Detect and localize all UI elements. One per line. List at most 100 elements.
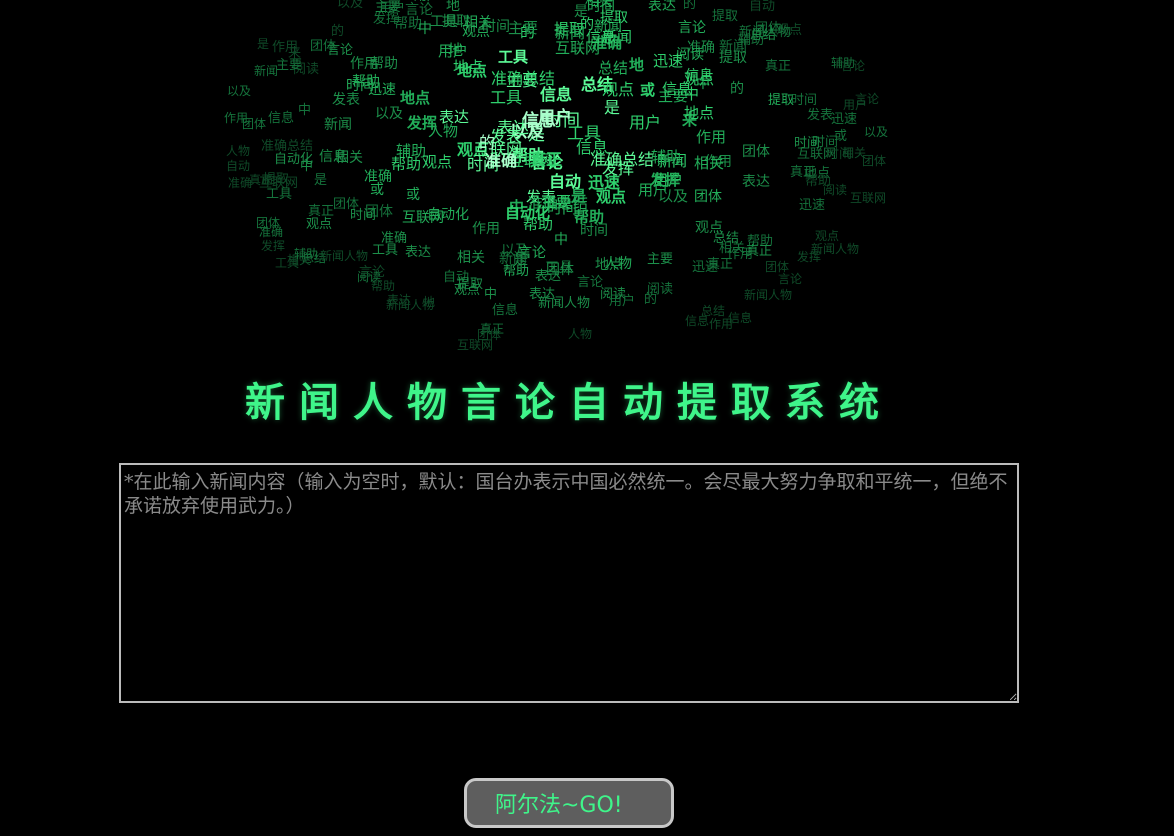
cloud-word: 发挥 — [650, 171, 681, 189]
cloud-word: 辅助 — [651, 148, 682, 166]
cloud-word: 言论 — [359, 265, 386, 280]
cloud-word: 提取 — [712, 9, 739, 24]
cloud-word: 真正 — [790, 165, 817, 180]
cloud-word: 发表 — [332, 92, 360, 108]
cloud-word: 言论 — [778, 272, 803, 286]
cloud-word: 是 — [257, 37, 270, 51]
cloud-word: 或 — [406, 187, 420, 203]
cloud-word: 信息 — [522, 111, 556, 131]
cloud-word: 言论 — [405, 2, 433, 18]
cloud-word: 言论 — [841, 59, 866, 73]
cloud-word: 工具 — [498, 48, 529, 66]
cloud-word: 互联网 — [402, 210, 444, 226]
cloud-word: 工具 — [266, 187, 293, 202]
cloud-word: 提取 — [600, 10, 628, 26]
cloud-word: 新闻 — [555, 24, 586, 42]
cloud-word: 观点 — [422, 153, 453, 171]
page: 用户 时间 信息 新闻人物 地点 自动 提取 帮助 准确 总结 工具 互联网 团体 观点 主要 相关 表达 发挥作… — [0, 0, 1174, 836]
cloud-word: 时间 — [580, 223, 608, 239]
cloud-word: 真正 — [707, 257, 734, 272]
cloud-word: 中 — [484, 287, 498, 302]
cloud-word: 互联网 — [850, 191, 887, 205]
cloud-word: 阅读 — [823, 183, 848, 197]
cloud-word: 团体 — [694, 189, 722, 205]
cloud-word: 作用 — [472, 221, 500, 237]
cloud-word: 以及 — [227, 84, 252, 98]
cloud-word: 时间 — [791, 93, 818, 108]
cloud-word: 信息 — [576, 138, 609, 157]
cloud-word: 新闻 — [254, 64, 279, 78]
cloud-word: 地 — [446, 0, 460, 14]
cloud-word: 相关 — [335, 150, 363, 166]
cloud-word: 准确 — [381, 231, 408, 246]
cloud-word: 团体 — [742, 144, 770, 160]
cloud-word: 发表 — [807, 108, 834, 123]
cloud-word: 新闻人物 — [320, 249, 369, 263]
cloud-word: 地 — [448, 41, 464, 59]
cloud-word: 阅读 — [647, 282, 674, 297]
cloud-word: 或 — [370, 182, 384, 198]
cloud-word: 工具 — [490, 88, 523, 107]
cloud-word: 工具 — [275, 256, 300, 270]
cloud-word: 真正 — [765, 59, 792, 74]
cloud-word: 团体 — [765, 260, 790, 274]
cloud-word: 或 — [834, 129, 848, 144]
cloud-word: 提取 — [457, 277, 484, 292]
cloud-word: 中 — [554, 232, 568, 248]
cloud-word: 作用 — [350, 56, 378, 72]
cloud-word: 总结 — [701, 304, 726, 318]
cloud-word: 总结 — [750, 28, 777, 43]
cloud-word: 信息 — [586, 28, 617, 46]
cloud-word: 真正 — [746, 244, 773, 259]
cloud-word: 表达 — [742, 174, 770, 190]
cloud-word: 地点 — [457, 62, 488, 80]
cloud-word: 准确总结 — [261, 139, 314, 154]
cloud-word: 新闻人物 — [811, 242, 860, 256]
cloud-word: 用户 — [843, 98, 868, 112]
cloud-word: 以及 — [375, 106, 403, 122]
cloud-word: 地点 — [400, 89, 431, 107]
word-cloud-animation: 用户 时间 信息 新闻人物 地点 自动 提取 帮助 准确 总结 工具 互联网 团体 观点 主要 相关 表达 发挥作… — [0, 0, 1174, 370]
cloud-word: 信息 — [268, 111, 295, 126]
cloud-word: 主要 — [647, 252, 674, 267]
cloud-word: 中 — [684, 85, 700, 103]
cloud-word: 表达 — [387, 293, 412, 307]
cloud-word: 观点 — [306, 217, 333, 232]
cloud-word: 用户 — [379, 1, 406, 16]
cloud-word: 或 — [640, 81, 656, 99]
cloud-word: 新闻 — [324, 117, 352, 133]
cloud-word: 以及 — [864, 125, 889, 139]
cloud-word: 真正 — [249, 173, 274, 187]
cloud-word: 来 — [288, 46, 302, 61]
cloud-word: 迅速 — [831, 112, 858, 127]
cloud-word: 自动 — [226, 159, 251, 173]
cloud-word: 帮助 — [371, 279, 396, 293]
cloud-word: 提取 — [719, 50, 747, 66]
cloud-word: 以及 — [337, 0, 364, 11]
cloud-word: 迅速 — [588, 173, 621, 192]
news-content-input[interactable] — [119, 463, 1019, 703]
cloud-word: 作用 — [224, 111, 249, 125]
cloud-word: 中 — [418, 21, 432, 37]
cloud-word: 是 — [604, 98, 621, 117]
cloud-word: 信息 — [492, 303, 519, 318]
cloud-word: 作用 — [696, 128, 727, 146]
submit-button[interactable]: 阿尔法~GO! — [464, 778, 674, 828]
cloud-word: 人物 — [568, 327, 593, 341]
cloud-word: 迅速 — [799, 198, 826, 213]
cloud-word: 工具 — [430, 14, 458, 30]
cloud-word: 的 — [730, 81, 744, 97]
cloud-word: 新闻人物 — [538, 296, 591, 311]
cloud-word: 自动化 — [274, 152, 314, 167]
cloud-word: 观点 — [602, 80, 635, 99]
cloud-word: 人物 — [428, 122, 459, 140]
cloud-word: 时间 — [482, 19, 510, 35]
cloud-word: 地 — [629, 56, 645, 74]
cloud-word: 团体 — [546, 262, 574, 278]
cloud-word: 团体 — [310, 39, 337, 54]
cloud-word: 信息 — [540, 85, 573, 104]
cloud-word: 新闻 — [499, 251, 527, 267]
cloud-word: 的 — [331, 24, 345, 39]
cloud-word: 新闻人物 — [744, 288, 793, 302]
cloud-word: 中 — [298, 103, 312, 118]
